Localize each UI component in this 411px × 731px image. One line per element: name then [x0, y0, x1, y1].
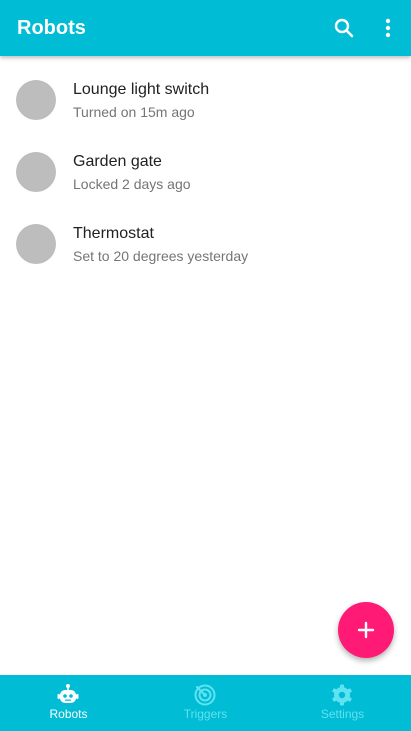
- nav-label: Robots: [49, 707, 88, 721]
- more-vert-icon: [385, 18, 391, 38]
- list-item[interactable]: Lounge light switch Turned on 15m ago: [0, 64, 411, 136]
- radar-icon: [194, 684, 216, 706]
- plus-icon: [357, 621, 375, 639]
- bottom-navigation: Robots Triggers Settings: [0, 675, 411, 731]
- robot-name: Lounge light switch: [73, 81, 210, 98]
- avatar: [16, 80, 56, 120]
- robot-name: Thermostat: [73, 225, 154, 242]
- nav-item-triggers[interactable]: Triggers: [137, 675, 274, 731]
- robot-name: Garden gate: [73, 153, 162, 170]
- app-bar: Robots: [0, 0, 411, 56]
- avatar: [16, 152, 56, 192]
- nav-label: Settings: [320, 707, 365, 721]
- robot-status: Set to 20 degrees yesterday: [73, 248, 249, 264]
- robot-status: Turned on 15m ago: [73, 104, 195, 120]
- page-title: Robots: [17, 17, 86, 39]
- nav-item-robots[interactable]: Robots: [0, 675, 137, 731]
- avatar: [16, 224, 56, 264]
- robot-icon: [57, 684, 79, 703]
- nav-label: Triggers: [183, 707, 228, 721]
- robot-status: Locked 2 days ago: [73, 176, 191, 192]
- search-button[interactable]: [330, 14, 358, 42]
- list-item[interactable]: Garden gate Locked 2 days ago: [0, 136, 411, 208]
- gear-icon: [332, 684, 352, 706]
- add-robot-button[interactable]: [338, 602, 394, 658]
- nav-item-settings[interactable]: Settings: [274, 675, 411, 731]
- robot-list: Lounge light switch Turned on 15m ago Ga…: [0, 64, 411, 280]
- list-item[interactable]: Thermostat Set to 20 degrees yesterday: [0, 208, 411, 280]
- search-icon: [334, 18, 354, 38]
- more-options-button[interactable]: [376, 14, 400, 42]
